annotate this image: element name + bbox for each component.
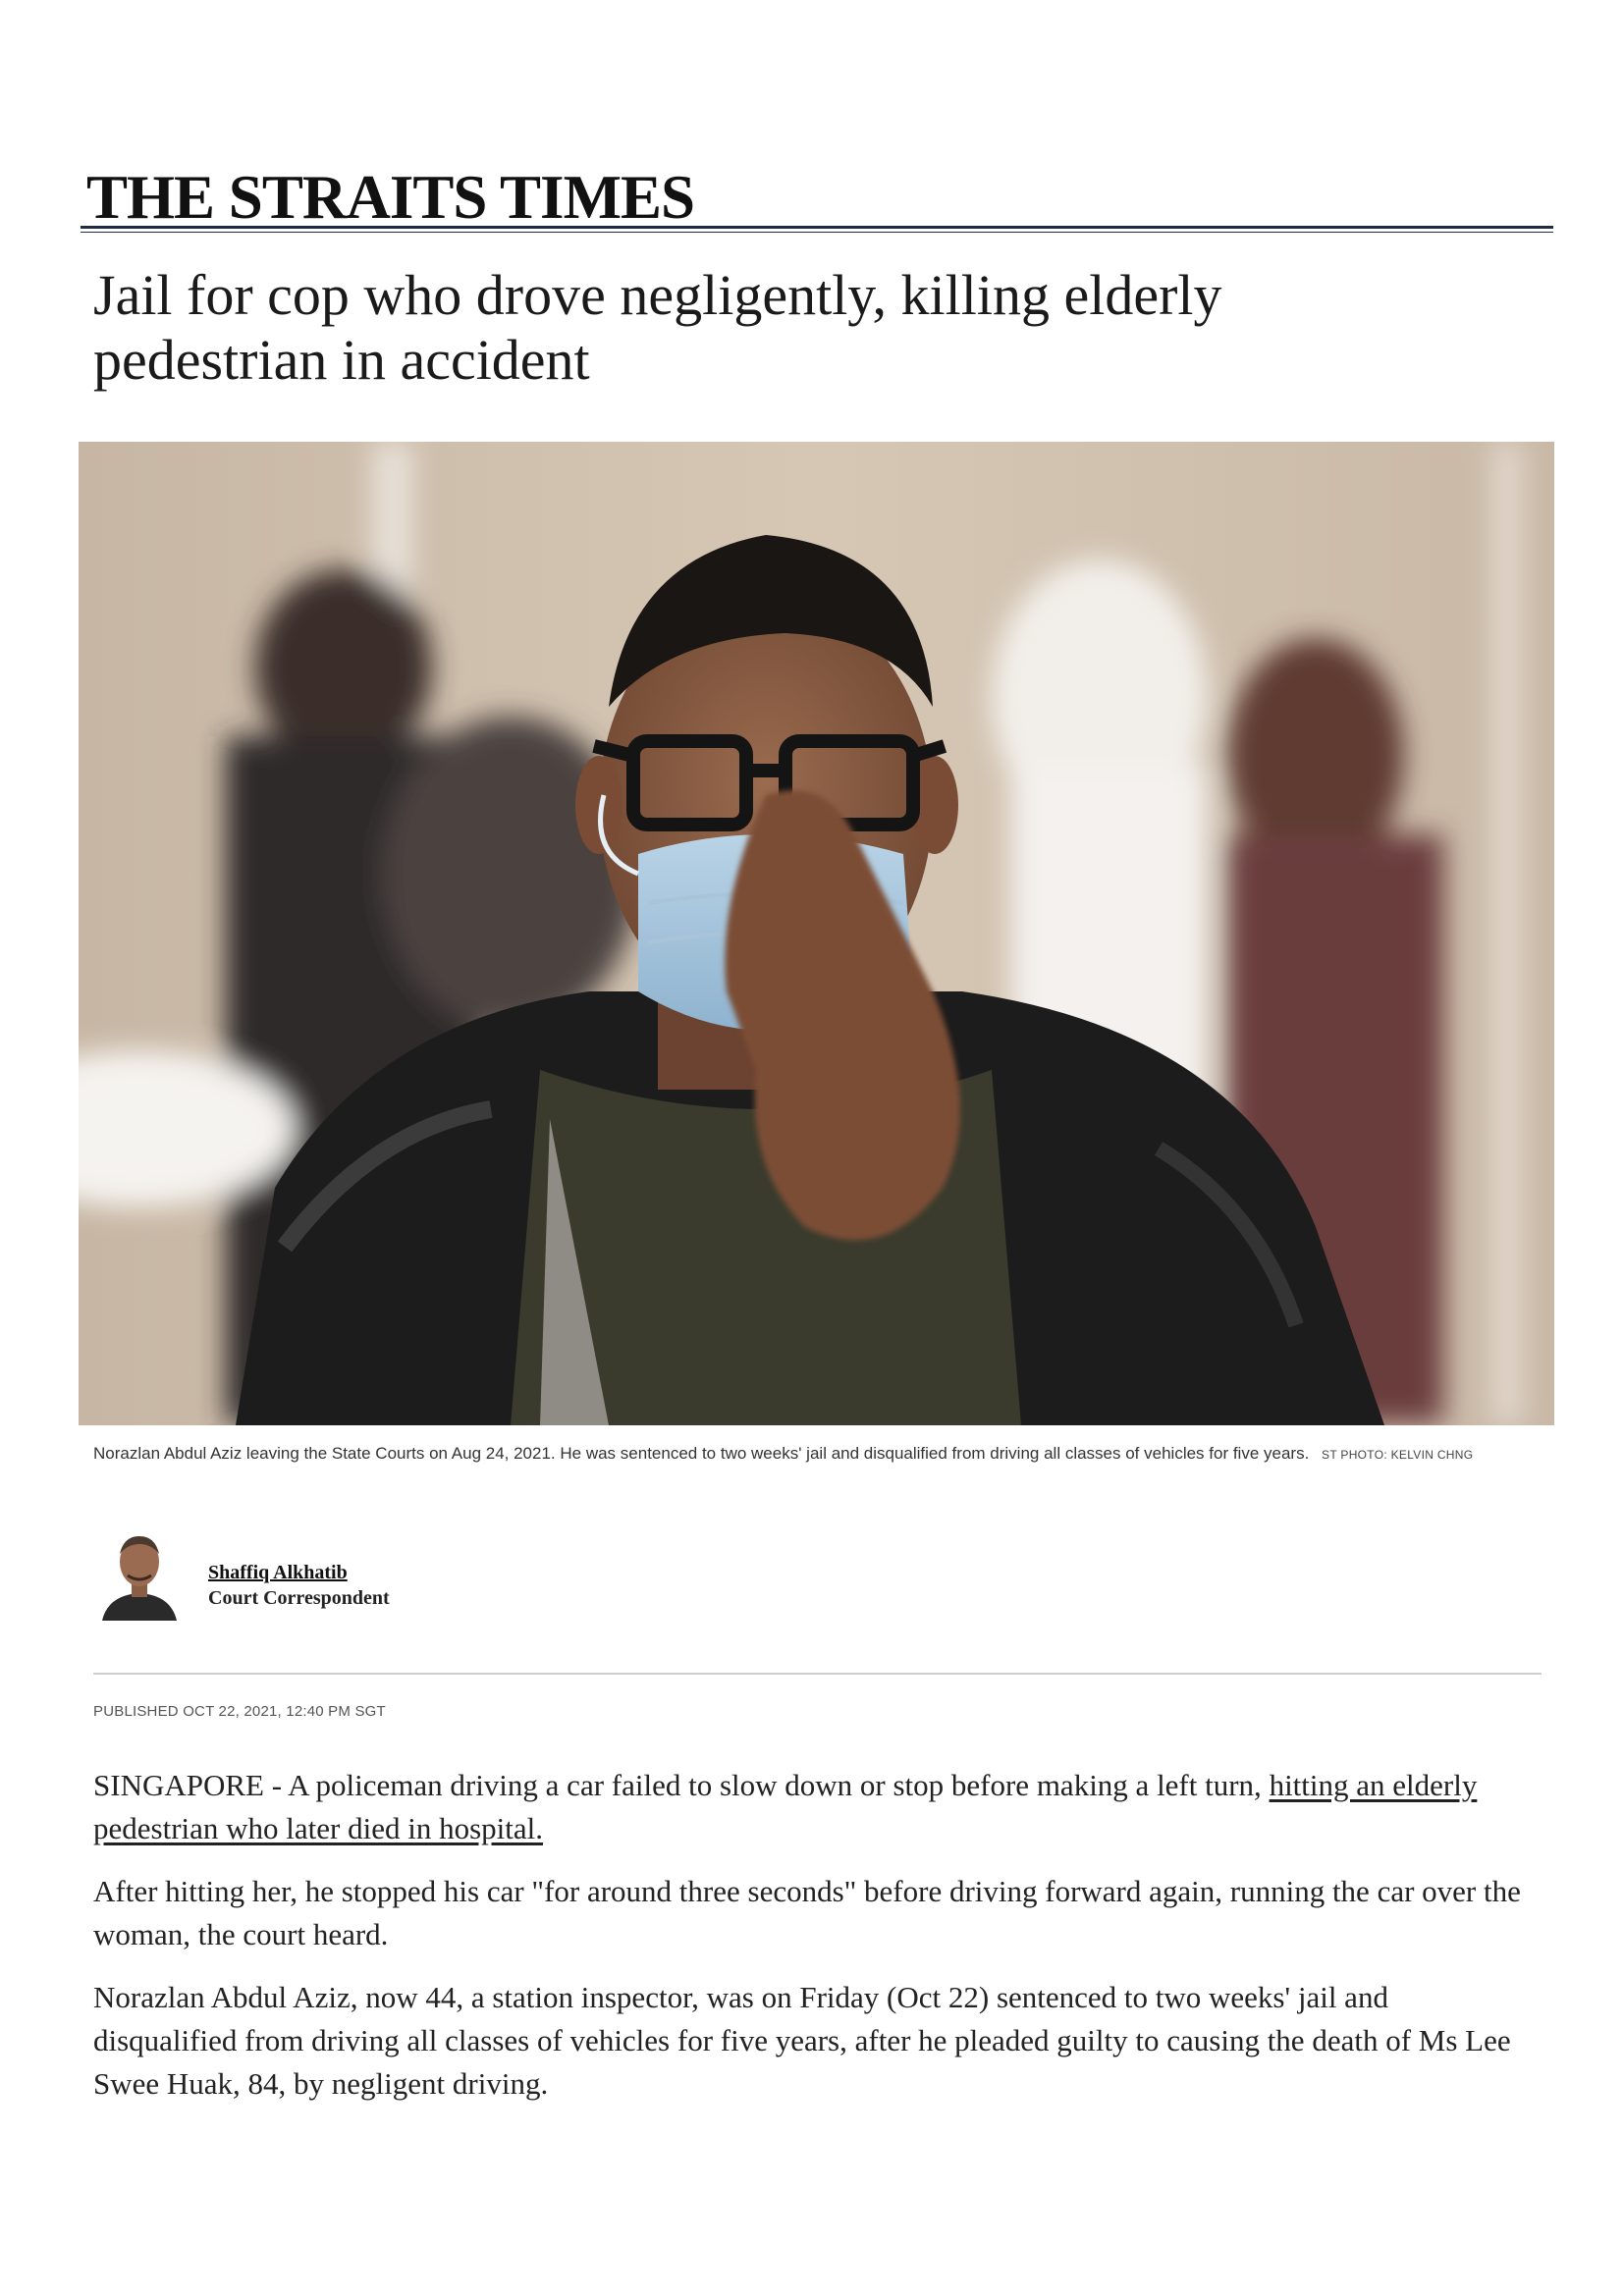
- paragraph-2: After hitting her, he stopped his car "f…: [93, 1874, 1521, 1951]
- masthead-logo[interactable]: THE STRAITS TIMES: [86, 167, 695, 229]
- author-role: Court Correspondent: [208, 1587, 390, 1609]
- paragraph-1-text: SINGAPORE - A policeman driving a car fa…: [93, 1768, 1270, 1802]
- byline-divider: [93, 1673, 1542, 1675]
- photo-caption-text: Norazlan Abdul Aziz leaving the State Co…: [93, 1444, 1310, 1463]
- paragraph-3: Norazlan Abdul Aziz, now 44, a station i…: [93, 1980, 1511, 2101]
- published-timestamp: PUBLISHED OCT 22, 2021, 12:40 PM SGT: [93, 1703, 386, 1720]
- photo-credit: ST PHOTO: KELVIN CHNG: [1322, 1448, 1474, 1462]
- article-body: SINGAPORE - A policeman driving a car fa…: [93, 1764, 1527, 2125]
- article-hero-photo: [79, 442, 1554, 1425]
- masthead-rule: [81, 226, 1553, 229]
- author-avatar[interactable]: [98, 1524, 181, 1621]
- photo-caption: Norazlan Abdul Aziz leaving the State Co…: [93, 1441, 1527, 1468]
- masthead-rule-thin: [81, 232, 1553, 233]
- paragraph-1: SINGAPORE - A policeman driving a car fa…: [93, 1764, 1527, 1850]
- article-headline: Jail for cop who drove negligently, kill…: [93, 263, 1222, 392]
- author-name-link[interactable]: Shaffiq Alkhatib: [208, 1562, 348, 1584]
- author-byline: Shaffiq Alkhatib Court Correspondent: [98, 1524, 785, 1623]
